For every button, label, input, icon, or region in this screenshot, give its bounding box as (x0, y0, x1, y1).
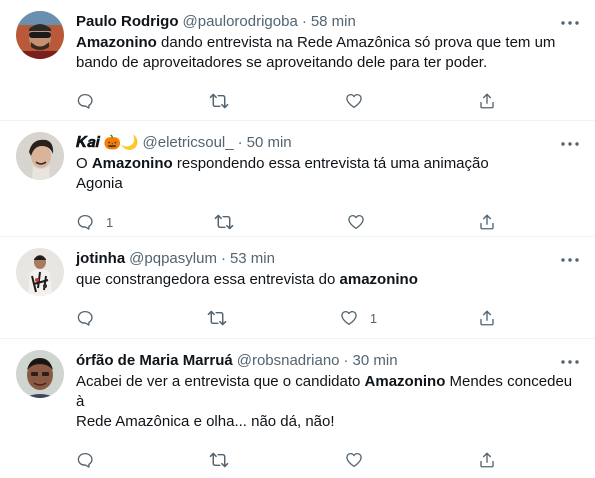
action-bar: 1 (76, 300, 496, 336)
more-options-button[interactable] (559, 12, 581, 30)
text-segment: O (76, 155, 92, 172)
highlighted-keyword: Amazonino (364, 373, 446, 390)
tweet-text: Acabei de ver a entrevista que o candida… (76, 372, 579, 432)
share-upload-icon (478, 451, 496, 469)
action-bar (76, 83, 496, 119)
timestamp[interactable]: 53 min (230, 250, 275, 267)
like-button[interactable]: 1 (340, 309, 377, 327)
tweet[interactable]: Paulo Rodrigo @paulorodrigoba · 58 min A… (0, 0, 595, 121)
tweet-text-line: que constrangedora essa entrevista do am… (76, 270, 579, 290)
reply-button[interactable] (76, 451, 106, 469)
tweet-text: que constrangedora essa entrevista do am… (76, 270, 579, 290)
username[interactable]: @paulorodrigoba (183, 13, 298, 30)
retweet-icon (209, 451, 229, 469)
avatar[interactable] (16, 11, 64, 59)
tweet-text: O Amazonino respondendo essa entrevista … (76, 154, 579, 194)
username[interactable]: @pqpasylum (129, 250, 217, 267)
text-segment: Acabei de ver a entrevista que o candida… (76, 373, 365, 390)
display-name[interactable]: Paulo Rodrigo (76, 13, 179, 30)
text-segment: respondendo essa entrevista tá uma anima… (172, 155, 489, 172)
tweet-text-line: Amazonino dando entrevista na Rede Amazô… (76, 33, 579, 53)
tweet[interactable]: órfão de Maria Marruá @robsnadriano · 30… (0, 339, 595, 468)
share-button[interactable] (478, 309, 496, 327)
reply-button[interactable]: 1 (76, 213, 113, 231)
like-button[interactable] (345, 451, 375, 469)
name-emoji: 🎃🌙 (103, 133, 139, 150)
retweet-icon (207, 309, 227, 327)
tweet-feed: Paulo Rodrigo @paulorodrigoba · 58 min A… (0, 0, 595, 468)
tweet-text-line: Acabei de ver a entrevista que o candida… (76, 372, 579, 412)
action-bar: 1 (76, 204, 496, 240)
retweet-button[interactable] (214, 213, 246, 231)
share-upload-icon (478, 213, 496, 231)
like-button[interactable] (347, 213, 377, 231)
separator-dot: · (237, 133, 243, 151)
text-segment: Rede Amazônica e olha... não dá, não! (76, 413, 335, 430)
reply-count: 1 (106, 214, 114, 230)
share-button[interactable] (478, 451, 496, 469)
reply-button[interactable] (76, 92, 106, 110)
reply-bubble-icon (76, 451, 94, 469)
reply-bubble-icon (76, 92, 94, 110)
more-options-button[interactable] (559, 351, 581, 369)
timestamp[interactable]: 58 min (311, 13, 356, 30)
display-name[interactable]: 𝑲𝒂𝒊 (76, 134, 100, 151)
share-button[interactable] (478, 213, 496, 231)
more-horizontal-icon (561, 249, 579, 267)
like-count: 1 (369, 310, 378, 326)
retweet-button[interactable] (207, 309, 239, 327)
tweet[interactable]: jotinha @pqpasylum · 53 min que constran… (0, 237, 595, 339)
highlighted-keyword: amazonino (339, 271, 418, 288)
display-name[interactable]: jotinha (76, 250, 125, 267)
timestamp[interactable]: 30 min (353, 352, 398, 369)
tweet-text-line: Agonia (76, 174, 579, 194)
action-bar (76, 442, 496, 478)
share-upload-icon (478, 309, 496, 327)
retweet-icon (209, 92, 229, 110)
tweet-text-line: Rede Amazônica e olha... não dá, não! (76, 412, 579, 432)
text-segment: Agonia (76, 175, 123, 192)
more-horizontal-icon (561, 12, 579, 30)
share-button[interactable] (478, 92, 496, 110)
text-segment: dando entrevista na Rede Amazônica só pr… (156, 34, 556, 51)
tweet-text-line: O Amazonino respondendo essa entrevista … (76, 154, 579, 174)
heart-icon (340, 309, 358, 327)
more-horizontal-icon (561, 133, 579, 151)
display-name[interactable]: órfão de Maria Marruá (76, 352, 233, 369)
text-segment: que constrangedora essa entrevista do (76, 271, 340, 288)
separator-dot: · (343, 351, 349, 369)
text-segment: bando de aproveitadores se aproveitando … (76, 54, 488, 71)
avatar[interactable] (16, 132, 64, 180)
avatar[interactable] (16, 350, 64, 398)
tweet-text-line: bando de aproveitadores se aproveitando … (76, 53, 579, 73)
heart-icon (345, 451, 363, 469)
more-options-button[interactable] (559, 133, 581, 151)
highlighted-keyword: Amazonino (91, 155, 173, 172)
username[interactable]: @robsnadriano (237, 352, 340, 369)
tweet[interactable]: 𝑲𝒂𝒊 🎃🌙 @eletricsoul_ · 50 min O Amazonin… (0, 121, 595, 237)
tweet-text: Amazonino dando entrevista na Rede Amazô… (76, 33, 579, 73)
username[interactable]: @eletricsoul_ (143, 134, 234, 151)
share-upload-icon (478, 92, 496, 110)
reply-bubble-icon (76, 309, 94, 327)
reply-bubble-icon (76, 213, 94, 231)
heart-icon (347, 213, 365, 231)
timestamp[interactable]: 50 min (247, 134, 292, 151)
separator-dot: · (301, 12, 307, 30)
like-button[interactable] (345, 92, 375, 110)
more-horizontal-icon (561, 351, 579, 369)
reply-button[interactable] (76, 309, 106, 327)
heart-icon (345, 92, 363, 110)
highlighted-keyword: Amazonino (76, 34, 157, 51)
separator-dot: · (220, 249, 226, 267)
more-options-button[interactable] (559, 249, 581, 267)
retweet-button[interactable] (209, 451, 241, 469)
avatar[interactable] (16, 248, 64, 296)
retweet-button[interactable] (209, 92, 241, 110)
retweet-icon (214, 213, 234, 231)
